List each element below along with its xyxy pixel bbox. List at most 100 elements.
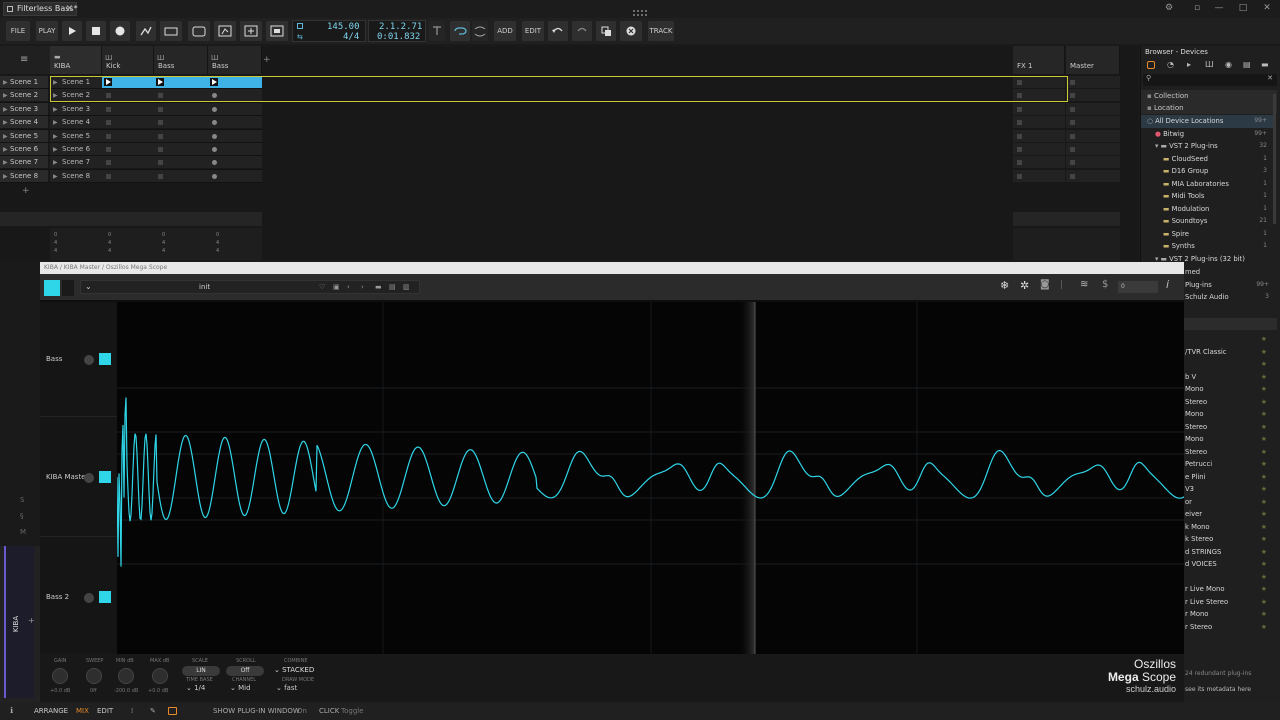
fx-clip-slot[interactable] xyxy=(1066,89,1120,102)
result-item[interactable]: Mono ★ xyxy=(1185,383,1277,396)
stop-slot-icon[interactable] xyxy=(158,120,163,126)
favorite-star-icon[interactable]: ★ xyxy=(1261,608,1267,621)
clip-launcher-toggle[interactable] xyxy=(214,21,236,41)
timebase-select[interactable]: ⌄ 1/4 xyxy=(186,684,205,692)
result-item[interactable]: b V ★ xyxy=(1185,371,1277,384)
scene-launcher[interactable]: ▶ Scene 6 xyxy=(0,143,48,155)
favorite-star-icon[interactable]: ★ xyxy=(1261,546,1267,559)
empty-clip-slot[interactable] xyxy=(154,156,208,169)
dollar-icon[interactable]: $ xyxy=(1102,279,1108,290)
channel-color-swatch[interactable] xyxy=(99,471,111,483)
fx-clip-slot[interactable] xyxy=(1013,156,1065,169)
position-display[interactable]: 2.1.2.71 0:01.832 xyxy=(368,20,426,42)
result-item[interactable]: k Mono ★ xyxy=(1185,521,1277,534)
add-button[interactable]: ADD xyxy=(494,21,516,41)
fx-clip-slot[interactable] xyxy=(1013,89,1065,102)
record-slot-icon[interactable] xyxy=(212,106,217,112)
empty-clip-slot[interactable] xyxy=(154,129,208,142)
kiba-scene-slot[interactable]: ▶ Scene 5 xyxy=(50,129,102,142)
stop-slot-icon[interactable] xyxy=(158,93,163,99)
favorite-star-icon[interactable]: ★ xyxy=(1261,521,1267,534)
panel-toggle-button[interactable] xyxy=(266,21,288,41)
sweep-knob[interactable] xyxy=(86,668,102,684)
collection-header[interactable]: ▪ Collection xyxy=(1141,90,1277,102)
location-item[interactable]: ▬ D16 Group 3 xyxy=(1141,165,1275,178)
stop-slot-icon[interactable] xyxy=(1017,120,1022,126)
record-slot-icon[interactable] xyxy=(212,173,217,179)
time-signature[interactable]: 4/4 xyxy=(343,32,359,42)
scene-launcher[interactable]: ▶ Scene 1 xyxy=(0,76,48,88)
result-item[interactable]: ★ xyxy=(1185,571,1277,584)
location-item[interactable]: Plug-ins 99+ xyxy=(1185,279,1277,292)
stop-slot-icon[interactable] xyxy=(1070,173,1075,179)
stop-slot-icon[interactable] xyxy=(1070,147,1075,152)
stop-slot-icon[interactable] xyxy=(106,120,111,126)
save-icon[interactable]: ▣ xyxy=(333,281,340,294)
plugin-value-field[interactable]: 0 xyxy=(1118,281,1158,293)
preset-selector[interactable]: ⌄ init ♡ ▣ ‹ › ▬ ▤ ▥ xyxy=(80,280,420,294)
window-toggle-icon[interactable] xyxy=(168,707,177,715)
channel-color-swatch[interactable] xyxy=(99,591,111,603)
favorite-star-icon[interactable]: ★ xyxy=(1261,508,1267,521)
location-item[interactable]: ▬ Midi Tools 1 xyxy=(1141,190,1275,203)
slot-play-icon[interactable]: ▶ xyxy=(53,103,58,116)
track-button[interactable]: TRACK xyxy=(648,21,674,41)
heart-icon[interactable]: ♡ xyxy=(319,281,325,294)
stop-slot-icon[interactable] xyxy=(1017,160,1022,166)
channel-row[interactable]: Bass xyxy=(40,302,117,417)
browser-scrollbar[interactable] xyxy=(1273,94,1276,224)
track-header-bass[interactable]: Ш Bass xyxy=(154,46,208,74)
stop-slot-icon[interactable] xyxy=(106,147,111,152)
play-button[interactable] xyxy=(62,21,82,41)
fx-clip-slot[interactable] xyxy=(1066,102,1120,115)
edit-button[interactable]: EDIT xyxy=(522,21,544,41)
favorite-star-icon[interactable]: ★ xyxy=(1261,596,1267,609)
favorite-star-icon[interactable]: ★ xyxy=(1261,583,1267,596)
favorite-star-icon[interactable]: ★ xyxy=(1261,558,1267,571)
fx-clip-slot[interactable] xyxy=(1066,169,1120,182)
settings-icon[interactable]: ⚙ xyxy=(1162,2,1176,14)
freeze-all-icon[interactable]: ✲ xyxy=(1020,279,1029,292)
automation-write-button[interactable] xyxy=(136,21,156,41)
stop-slot-icon[interactable] xyxy=(1017,93,1022,99)
prev-preset-icon[interactable]: ‹ xyxy=(347,281,350,294)
favorite-star-icon[interactable]: ★ xyxy=(1261,446,1267,459)
stop-slot-icon[interactable] xyxy=(1070,160,1075,166)
fx-clip-slot[interactable] xyxy=(1013,169,1065,182)
track-header-kiba[interactable]: ▬ KIBA xyxy=(50,46,102,74)
mix-view-tab[interactable]: MIX xyxy=(76,702,89,720)
favorite-star-icon[interactable]: ★ xyxy=(1261,458,1267,471)
kiba-scene-slot[interactable]: ▶ Scene 8 xyxy=(50,169,102,182)
fx-clip-slot[interactable] xyxy=(1066,143,1120,155)
plugin-active-toggle[interactable] xyxy=(44,280,60,296)
result-item[interactable]: d VOICES ★ xyxy=(1185,558,1277,571)
empty-clip-slot[interactable] xyxy=(102,129,154,142)
record-slot-icon[interactable] xyxy=(212,120,217,126)
empty-clip-slot[interactable] xyxy=(154,102,208,115)
result-item[interactable]: k Stereo ★ xyxy=(1185,533,1277,546)
info-icon[interactable]: i xyxy=(1166,278,1169,291)
play-tab-icon[interactable]: ▸ xyxy=(1187,60,1191,69)
copy-button[interactable] xyxy=(596,21,616,41)
favorite-star-icon[interactable]: ★ xyxy=(1261,333,1267,346)
empty-clip-slot[interactable] xyxy=(154,89,208,102)
empty-clip-slot[interactable] xyxy=(102,156,154,169)
scene-launcher[interactable]: ▶ Scene 3 xyxy=(0,102,48,115)
result-item[interactable]: d STRINGS ★ xyxy=(1185,546,1277,559)
result-item[interactable]: e Plini ★ xyxy=(1185,471,1277,484)
empty-clip-slot[interactable] xyxy=(154,169,208,182)
favorite-star-icon[interactable]: ★ xyxy=(1261,383,1267,396)
empty-clip-slot[interactable] xyxy=(154,116,208,129)
track-header-kick[interactable]: Ш Kick xyxy=(102,46,154,74)
stop-slot-icon[interactable] xyxy=(106,160,111,166)
stop-slot-icon[interactable] xyxy=(1017,133,1022,139)
clip-play-icon[interactable] xyxy=(210,78,218,86)
result-item[interactable]: or ★ xyxy=(1185,496,1277,509)
plugin-window-title[interactable]: KIBA / KIBA Master / Oszillos Mega Scope xyxy=(40,262,1184,274)
overdub-button[interactable] xyxy=(160,21,182,41)
scene-launcher[interactable]: ▶ Scene 7 xyxy=(0,156,48,169)
track-header-fx1[interactable]: FX 1 xyxy=(1013,46,1065,74)
channel-visibility-toggle[interactable] xyxy=(84,593,94,603)
stop-slot-icon[interactable] xyxy=(106,106,111,112)
result-item[interactable]: ★ xyxy=(1185,358,1277,371)
